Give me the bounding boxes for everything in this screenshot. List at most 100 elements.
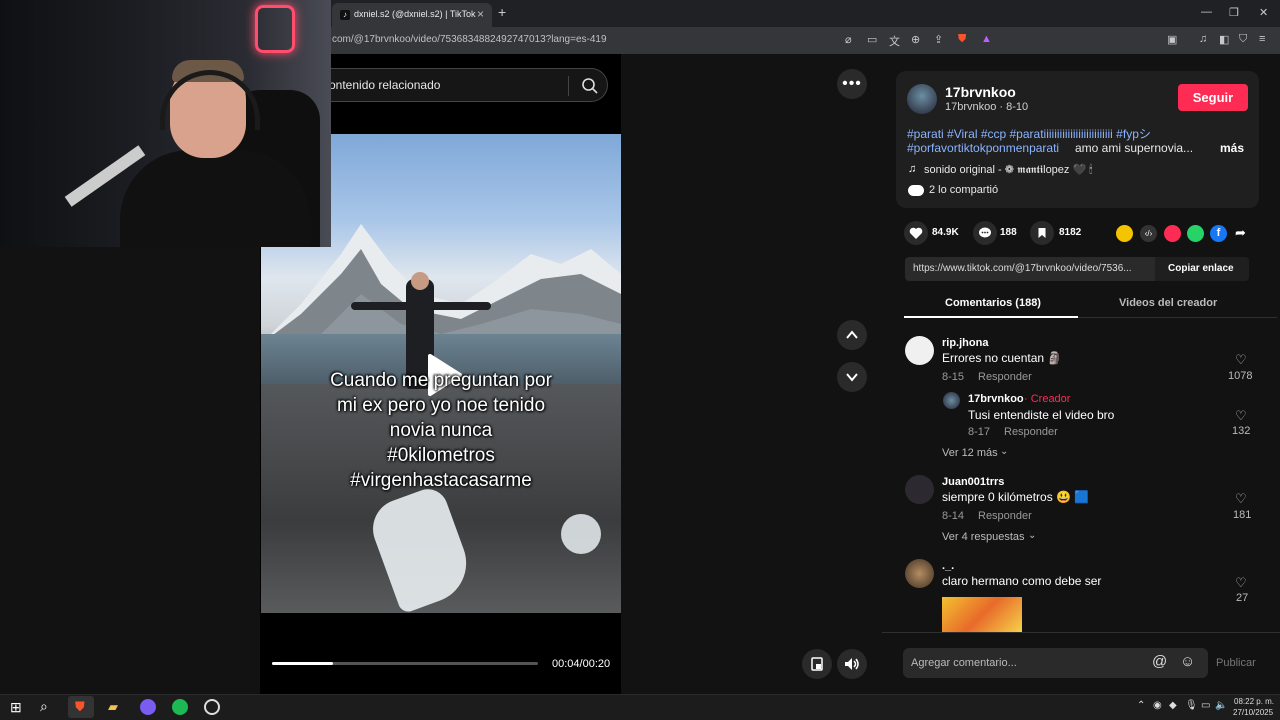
comment-username[interactable]: rip.jhona (942, 337, 988, 349)
wallet-icon[interactable]: ⛉ (1239, 33, 1247, 46)
commenter-avatar[interactable] (905, 475, 934, 504)
bookmark-icon (1038, 228, 1046, 238)
author-username[interactable]: 17brvnkoo (945, 84, 1016, 100)
sound-name[interactable]: sonido original - ❁ 𝖒𝖆𝖓𝖙𝖎lopez 🖤 🕯 (924, 163, 1092, 177)
new-tab-icon[interactable]: + (498, 4, 506, 20)
translate-icon[interactable]: 文 (889, 33, 900, 49)
comment-text: Errores no cuentan 🗿 (942, 351, 1063, 365)
comment-placeholder: Agregar comentario... (911, 657, 1017, 669)
clock-date[interactable]: 27/10/2025 (1233, 708, 1273, 717)
video-caption: Cuando me preguntan por mi ex pero yo no… (330, 370, 552, 491)
ellipsis-icon: ••• (842, 75, 862, 92)
tab-comments[interactable]: Comentarios (188) (945, 297, 1041, 309)
restore-icon[interactable]: ❐ (1229, 6, 1239, 19)
tray-overflow-icon[interactable]: ⌃ (1137, 700, 1145, 711)
next-video-button[interactable] (837, 362, 867, 392)
embed-share-icon[interactable] (1116, 225, 1133, 242)
tabs-icon[interactable]: ▣ (1167, 33, 1177, 46)
commenter-avatar[interactable] (905, 559, 934, 588)
browser-tab[interactable]: ♪ dxniel.s2 (@dxniel.s2) | TikTok × (332, 3, 492, 27)
comment-like-icon[interactable]: ♡ (1235, 491, 1247, 507)
more-share-icon[interactable]: ➦ (1235, 225, 1246, 241)
tab-creator-videos[interactable]: Videos del creador (1119, 297, 1217, 309)
creator-tag: · Creador (1024, 393, 1071, 405)
volume-icon[interactable]: 🔈 (1215, 700, 1227, 711)
no-cast-icon[interactable]: ⌀ (845, 33, 852, 46)
zoom-icon[interactable]: ⊕ (911, 33, 920, 46)
like-button[interactable] (904, 221, 928, 245)
brave-shield-icon[interactable]: ⛊ (958, 33, 966, 46)
network-icon[interactable]: ▭ (1201, 700, 1210, 711)
reply-button[interactable]: Responder (978, 371, 1032, 383)
clock-time[interactable]: 08:22 p. m. (1234, 697, 1274, 706)
reply-username[interactable]: 17brvnkoo (968, 393, 1024, 405)
hashtags-line1[interactable]: #parati #Viral #ccp #paratiiiiiiiiiiiiii… (907, 125, 1151, 142)
comment-icon (979, 227, 991, 238)
follow-button[interactable]: Seguir (1178, 84, 1248, 111)
tray-app-icon[interactable]: ◆ (1169, 700, 1177, 711)
view-replies[interactable]: Ver 4 respuestas (942, 531, 1025, 543)
mention-icon[interactable]: @ (1152, 653, 1167, 670)
facebook-icon[interactable]: f (1210, 225, 1227, 242)
search-icon[interactable] (581, 77, 599, 95)
spotify-icon[interactable] (172, 699, 188, 715)
hashtags-line2[interactable]: #porfavortiktokponmenparati (907, 141, 1059, 155)
brave-icon: ⛊ (75, 699, 85, 714)
sidebar-icon[interactable]: ◧ (1219, 33, 1229, 46)
reply-button[interactable]: Responder (1004, 426, 1058, 438)
commenter-avatar[interactable] (905, 336, 934, 365)
search-input[interactable]: ontenido relacionado (329, 78, 440, 92)
like-count: 84.9K (932, 227, 959, 238)
description-text: amo ami supernovia... (1075, 141, 1194, 155)
comment-username[interactable]: ._. (942, 560, 954, 572)
brave-rewards-icon[interactable]: ▲ (981, 33, 992, 45)
search-icon[interactable]: ⌕ (40, 698, 48, 715)
close-tab-icon[interactable]: × (477, 7, 484, 21)
file-explorer-icon[interactable]: ▰ (108, 699, 118, 715)
url-field[interactable]: com/@17brvnkoo/video/7536834882492747013… (332, 34, 607, 45)
microphone-icon[interactable]: 🎙 (1185, 700, 1198, 711)
author-subline: 17brvnkoo · 8-10 (945, 101, 1029, 113)
chevron-down-icon: ⌄ (1000, 446, 1009, 457)
tab-active-indicator (904, 316, 1078, 318)
minimize-icon[interactable]: — (1201, 6, 1212, 18)
share-link-url[interactable]: https://www.tiktok.com/@17brvnkoo/video/… (913, 263, 1132, 274)
chevron-down-icon (846, 373, 858, 382)
shared-count: 2 lo compartió (929, 184, 999, 196)
close-window-icon[interactable]: ✕ (1259, 6, 1268, 19)
emoji-icon[interactable]: ☺ (1180, 653, 1195, 670)
code-icon[interactable]: ‹/› (1140, 225, 1157, 242)
windows-start-icon[interactable]: ⊞ (10, 699, 22, 716)
reply-like-icon[interactable]: ♡ (1235, 408, 1247, 424)
steam-icon[interactable]: ◉ (1153, 700, 1162, 711)
more-options-button[interactable]: ••• (837, 69, 867, 99)
view-more-replies[interactable]: Ver 12 más (942, 447, 998, 459)
obs-icon[interactable] (204, 699, 220, 715)
send-to-friends-icon[interactable] (1164, 225, 1181, 242)
comment-like-icon[interactable]: ♡ (1235, 352, 1247, 368)
previous-video-button[interactable] (837, 320, 867, 350)
menu-icon[interactable]: ≡ (1259, 33, 1265, 45)
copy-link-button[interactable]: Copiar enlace (1168, 263, 1234, 274)
search-bar[interactable]: ontenido relacionado (310, 68, 608, 102)
app-icon[interactable] (140, 699, 156, 715)
comment-button[interactable] (973, 221, 997, 245)
comment-input[interactable]: Agregar comentario... @ ☺ (903, 648, 1208, 678)
whatsapp-icon[interactable] (1187, 225, 1204, 242)
music-icon[interactable]: ♫ (1199, 33, 1207, 45)
comment-like-icon[interactable]: ♡ (1235, 575, 1247, 591)
author-avatar[interactable] (907, 84, 937, 114)
save-button[interactable] (1030, 221, 1054, 245)
comment-text: siempre 0 kilómetros 😃 🟦 (942, 490, 1090, 504)
post-button[interactable]: Publicar (1216, 657, 1256, 669)
more-link[interactable]: más (1220, 141, 1244, 155)
screen-icon[interactable]: ▭ (867, 33, 877, 46)
comment-username[interactable]: Juan001trrs (942, 476, 1004, 488)
video-time: 00:04/00:20 (552, 658, 611, 670)
share-icon[interactable]: ⇪ (934, 33, 943, 46)
creator-avatar[interactable] (943, 392, 960, 409)
video-progress[interactable] (272, 662, 538, 665)
reply-button[interactable]: Responder (978, 510, 1032, 522)
floating-player-button[interactable] (802, 649, 832, 679)
volume-button[interactable] (837, 649, 867, 679)
